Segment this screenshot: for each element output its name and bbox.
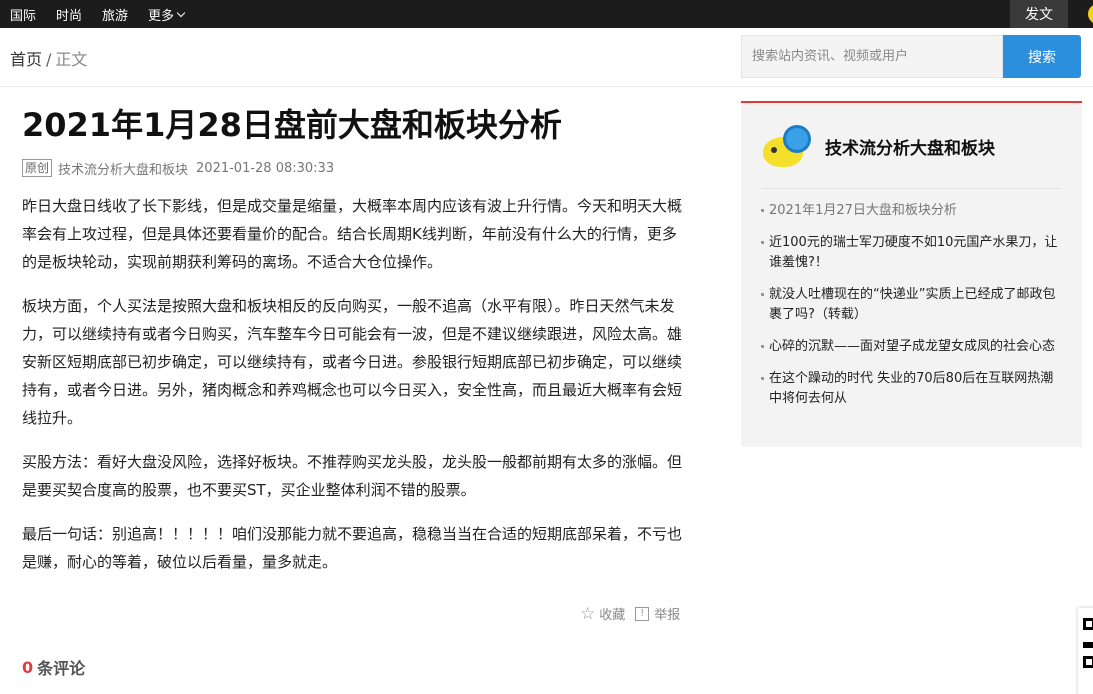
qr-marker xyxy=(1083,618,1093,630)
article-paragraph: 昨日大盘日线收了长下影线，但是成交量是缩量，大概率本周内应该有波上升行情。今天和… xyxy=(22,197,683,271)
sidebar-divider xyxy=(761,188,1061,189)
top-nav: 国际 时尚 旅游 更多 xyxy=(0,0,194,28)
article-paragraph: 最后一句话：别追高！！！！！咱们没那能力就不要追高，稳稳当当在合适的短期底部呆着… xyxy=(22,525,683,571)
chevron-down-icon xyxy=(176,8,186,17)
article: 2021年1月28日盘前大盘和板块分析 原创 技术流分析大盘和板块 2021-0… xyxy=(22,102,682,592)
original-badge: 原创 xyxy=(22,159,53,177)
sidebar-author-name[interactable]: 技术流分析大盘和板块 xyxy=(825,134,995,159)
favorite-button[interactable]: ☆ 收藏 xyxy=(580,604,625,623)
qr-code-widget[interactable] xyxy=(1078,608,1093,694)
post-button[interactable]: 发文 xyxy=(1010,0,1068,28)
sidebar-article-link[interactable]: 就没人吐槽现在的“快递业”实质上已经成了邮政包裹了吗?（转载） xyxy=(761,285,1066,325)
sidebar-article-link[interactable]: 在这个躁动的时代 失业的70后80后在互联网热潮中将何去何从 xyxy=(761,369,1066,409)
snail-eye-shape xyxy=(771,147,777,153)
comments-label: 条评论 xyxy=(37,659,86,678)
sidebar-author-header: 技术流分析大盘和板块 xyxy=(761,121,995,171)
article-title: 2021年1月28日盘前大盘和板块分析 xyxy=(22,106,562,144)
nav-more-label: 更多 xyxy=(148,8,175,24)
article-actions: ☆ 收藏 ! 举报 xyxy=(570,604,680,623)
user-avatar[interactable] xyxy=(1088,4,1093,24)
article-paragraph: 买股方法：看好大盘没风险，选择好板块。不推荐购买龙头股，龙头股一般都前期有太多的… xyxy=(22,453,683,499)
sidebar-article-link[interactable]: 近100元的瑞士军刀硬度不如10元国产水果刀，让谁羞愧?！ xyxy=(761,233,1066,273)
breadcrumb-home[interactable]: 首页 xyxy=(10,50,42,69)
sidebar-article-link[interactable]: 心碎的沉默——面对望子成龙望女成凤的社会心态 xyxy=(761,337,1066,357)
comments-count: 0 xyxy=(22,657,34,677)
article-body: 昨日大盘日线收了长下影线，但是成交量是缩量，大概率本周内应该有波上升行情。今天和… xyxy=(22,192,682,576)
article-author[interactable]: 技术流分析大盘和板块 xyxy=(58,159,188,178)
article-meta: 原创 技术流分析大盘和板块 2021-01-28 08:30:33 xyxy=(22,158,682,178)
top-nav-bar: 国际 时尚 旅游 更多 发文 xyxy=(0,0,1093,28)
breadcrumb-separator: / xyxy=(46,50,52,69)
search-bar: 搜索 xyxy=(741,35,1081,78)
favorite-label: 收藏 xyxy=(599,608,626,623)
nav-item-more[interactable]: 更多 xyxy=(138,0,194,28)
snail-shell-shape xyxy=(783,125,811,153)
search-input[interactable] xyxy=(741,35,1003,78)
qr-block xyxy=(1083,642,1093,648)
report-button[interactable]: ! 举报 xyxy=(635,604,680,623)
author-sidebar: 技术流分析大盘和板块 2021年1月27日大盘和板块分析 近100元的瑞士军刀硬… xyxy=(741,101,1082,447)
nav-item-travel[interactable]: 旅游 xyxy=(92,0,138,28)
article-datetime: 2021-01-28 08:30:33 xyxy=(196,160,335,176)
comments-header: 0 条评论 xyxy=(22,655,85,679)
author-avatar[interactable] xyxy=(761,121,815,171)
search-button[interactable]: 搜索 xyxy=(1003,35,1081,78)
report-icon: ! xyxy=(635,606,650,621)
header-divider xyxy=(0,86,1093,87)
nav-item-fashion[interactable]: 时尚 xyxy=(46,0,92,28)
star-icon: ☆ xyxy=(580,603,596,624)
qr-marker xyxy=(1083,656,1093,668)
breadcrumb: 首页 / 正文 xyxy=(10,46,87,70)
sidebar-article-list: 2021年1月27日大盘和板块分析 近100元的瑞士军刀硬度不如10元国产水果刀… xyxy=(761,201,1066,421)
article-paragraph: 板块方面，个人买法是按照大盘和板块相反的反向购买，一般不追高（水平有限）。昨日天… xyxy=(22,297,683,427)
sidebar-article-link[interactable]: 2021年1月27日大盘和板块分析 xyxy=(761,201,1066,221)
breadcrumb-current: 正文 xyxy=(55,50,88,69)
report-label: 举报 xyxy=(654,608,681,623)
nav-item-international[interactable]: 国际 xyxy=(0,0,46,28)
